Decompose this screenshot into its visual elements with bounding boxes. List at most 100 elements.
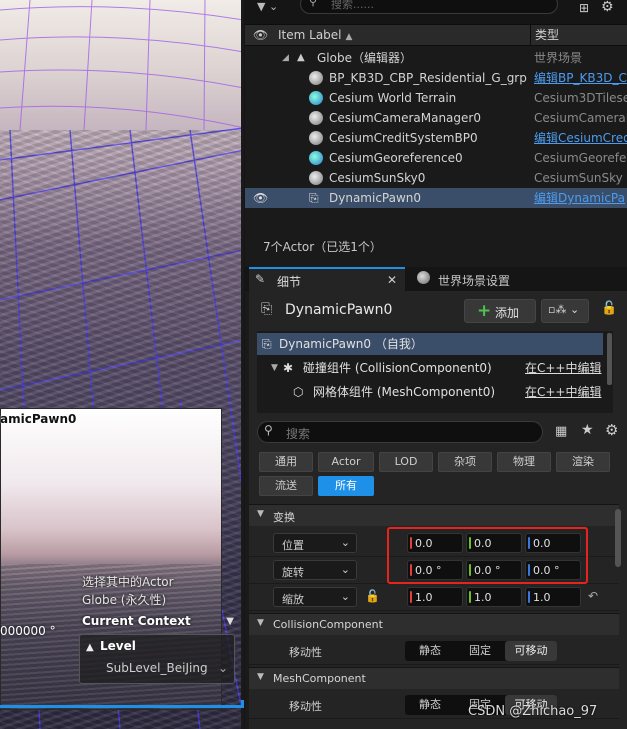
caret-down-icon[interactable]: ▼ xyxy=(226,616,234,627)
chevron-down-icon[interactable]: ⌄ xyxy=(218,661,228,675)
section-collision-component[interactable]: ▼ CollisionComponent xyxy=(249,613,619,635)
tab-world-settings[interactable]: 世界场景设置 xyxy=(438,272,510,289)
scale-y-field[interactable]: 1.0 xyxy=(466,587,522,607)
filter-icon[interactable]: ▼ ⌄ xyxy=(257,0,283,14)
pawn-icon: ⎘ xyxy=(309,191,319,205)
chevron-down-icon: ⌄ xyxy=(340,590,350,603)
close-icon[interactable]: ✕ xyxy=(387,273,397,287)
context-line: Globe (永久性) xyxy=(82,593,167,607)
row-label: Globe（编辑器） xyxy=(317,51,412,65)
component-label: 碰撞组件 (CollisionComponent0) xyxy=(303,361,492,375)
column-label-text: Item Label xyxy=(278,28,342,42)
scale-z-field[interactable]: 1.0 xyxy=(525,587,581,607)
mobility-option-selected[interactable]: 可移动 xyxy=(505,641,557,661)
property-label: 位置 xyxy=(282,539,304,552)
mobility-option[interactable]: 静态 xyxy=(405,695,455,715)
current-context-row[interactable]: Current Context ▼ xyxy=(82,614,236,632)
details-search-input[interactable]: ⚲ 搜索 xyxy=(257,421,543,443)
blueprint-dropdown-button[interactable]: ▫⁂ ⌄ xyxy=(541,299,589,323)
row-type: CesiumGeorefer xyxy=(534,151,627,165)
scale-x-field[interactable]: 1.0 xyxy=(407,587,463,607)
georeference-icon xyxy=(309,151,323,165)
axis-x-marker xyxy=(410,591,412,603)
outliner-row[interactable]: CesiumGeoreference0 CesiumGeorefer xyxy=(245,148,627,168)
add-actor-icon[interactable]: ⊞ xyxy=(579,1,589,15)
add-component-button[interactable]: + 添加 xyxy=(464,299,536,323)
edit-in-cpp-link[interactable]: 在C++中编辑 xyxy=(525,381,602,403)
filter-chip[interactable]: 渲染 xyxy=(556,452,610,472)
section-label: 变换 xyxy=(273,511,295,524)
section-transform[interactable]: ▼ 变换 xyxy=(249,504,619,526)
preview-actor-name: amicPawn0 xyxy=(0,412,77,426)
row-label: CesiumCreditSystemBP0 xyxy=(329,131,478,145)
property-mobility: 移动性 静态 固定 可移动 xyxy=(249,638,619,665)
pawn-icon: ⎘ xyxy=(262,337,272,351)
outliner-row[interactable]: CesiumSunSky0 CesiumSunSky xyxy=(245,168,627,188)
mobility-option[interactable]: 固定 xyxy=(455,641,505,661)
component-row-mesh[interactable]: ⬡ 网格体组件 (MeshComponent0) 在C++中编辑 xyxy=(257,381,603,403)
star-icon[interactable]: ★ xyxy=(581,422,594,438)
outliner-row-globe[interactable]: ◢ ▲ Globe（编辑器） 世界场景 xyxy=(245,48,627,68)
outliner-row-selected[interactable]: 👁 ⎘ DynamicPawn0 编辑DynamicPa xyxy=(245,188,627,208)
reset-arrow-icon[interactable]: ↶ xyxy=(588,589,598,603)
right-panel: ▼ ⌄ ⚲ 搜索...... ⊞ ⚙ 👁 Item Label ▲ 类型 ◢ ▲ … xyxy=(245,0,627,729)
column-header-type[interactable]: 类型 xyxy=(530,25,559,45)
level-label: Level xyxy=(100,639,136,653)
location-dropdown[interactable]: 位置 ⌄ xyxy=(273,533,357,553)
gear-icon[interactable]: ⚙ xyxy=(601,0,614,15)
tab-details[interactable]: ✎ 细节 ✕ xyxy=(249,267,405,291)
search-icon: ⚲ xyxy=(264,423,273,437)
gear-icon[interactable]: ⚙ xyxy=(605,421,618,439)
context-info: 选择其中的Actor Globe (永久性) xyxy=(82,573,234,609)
expand-arrow-icon[interactable]: ▼ xyxy=(271,357,278,379)
outliner-row[interactable]: CesiumCreditSystemBP0 编辑CesiumCred xyxy=(245,128,627,148)
scrollbar[interactable] xyxy=(607,333,612,385)
eye-icon[interactable]: 👁 xyxy=(253,28,268,42)
row-label: CesiumGeoreference0 xyxy=(329,151,463,165)
table-view-icon[interactable]: ▦ xyxy=(555,424,567,439)
filter-chip-active[interactable]: 所有 xyxy=(318,476,374,496)
actor-name: DynamicPawn0 xyxy=(285,302,393,318)
row-type-link[interactable]: 编辑BP_KB3D_C xyxy=(534,68,627,88)
filter-chip[interactable]: 杂项 xyxy=(438,452,492,472)
expand-arrow-icon[interactable]: ◢ xyxy=(282,48,289,68)
property-scale: 缩放 ⌄ 🔓 1.0 1.0 1.0 ↶ xyxy=(249,584,619,611)
filter-chip[interactable]: 通用 xyxy=(259,452,313,472)
row-type-link[interactable]: 编辑DynamicPa xyxy=(534,188,625,208)
lock-icon[interactable]: 🔓 xyxy=(365,589,380,603)
filter-chip[interactable]: Actor xyxy=(318,452,374,472)
mobility-option[interactable]: 静态 xyxy=(405,641,455,661)
row-type-link[interactable]: 编辑CesiumCred xyxy=(534,128,627,148)
component-row-self[interactable]: ⎘ DynamicPawn0 （自我） xyxy=(257,333,603,355)
section-label: MeshComponent xyxy=(273,672,366,685)
mobility-segmented-control[interactable]: 静态 固定 可移动 xyxy=(405,641,557,661)
scale-dropdown[interactable]: 缩放 ⌄ xyxy=(273,587,357,607)
chevron-down-icon: ⌄ xyxy=(340,563,350,576)
search-placeholder: 搜索...... xyxy=(331,0,374,11)
filter-chip[interactable]: LOD xyxy=(379,452,433,472)
outliner-row[interactable]: Cesium World Terrain Cesium3DTilese xyxy=(245,88,627,108)
details-tabbar: ✎ 细节 ✕ 世界场景设置 xyxy=(245,267,627,291)
column-header-label[interactable]: Item Label ▲ xyxy=(278,28,352,42)
outliner-search-input[interactable]: ⚲ 搜索...... xyxy=(300,0,558,14)
row-label: BP_KB3D_CBP_Residential_G_grp xyxy=(329,71,527,85)
eye-icon[interactable]: 👁 xyxy=(253,188,268,208)
scrollbar[interactable] xyxy=(615,509,621,567)
filter-chip[interactable]: 流送 xyxy=(259,476,313,496)
edit-in-cpp-link[interactable]: 在C++中编辑 xyxy=(525,357,602,379)
globe-icon xyxy=(417,271,430,284)
rotation-dropdown[interactable]: 旋转 ⌄ xyxy=(273,560,357,580)
level-selector[interactable]: ▲ Level SubLevel_BeiJing ⌄ xyxy=(79,634,235,684)
filter-chip[interactable]: 物理 xyxy=(497,452,551,472)
actor-sphere-icon xyxy=(309,71,323,85)
actor-sphere-icon xyxy=(309,131,323,145)
component-row-collision[interactable]: ▼ ✱ 碰撞组件 (CollisionComponent0) 在C++中编辑 xyxy=(257,357,603,379)
level-icon: ▲ xyxy=(297,52,305,63)
outliner-row[interactable]: BP_KB3D_CBP_Residential_G_grp 编辑BP_KB3D_… xyxy=(245,68,627,88)
outliner-row[interactable]: CesiumCameraManager0 CesiumCameraM xyxy=(245,108,627,128)
section-mesh-component[interactable]: ▼ MeshComponent xyxy=(249,667,619,689)
context-line: 选择其中的Actor xyxy=(82,575,174,589)
level-viewport[interactable]: amicPawn0 000000 ° 选择其中的Actor Globe (永久性… xyxy=(0,0,244,729)
lock-icon[interactable]: 🔓 xyxy=(601,301,617,316)
axis-z-marker xyxy=(528,591,530,603)
